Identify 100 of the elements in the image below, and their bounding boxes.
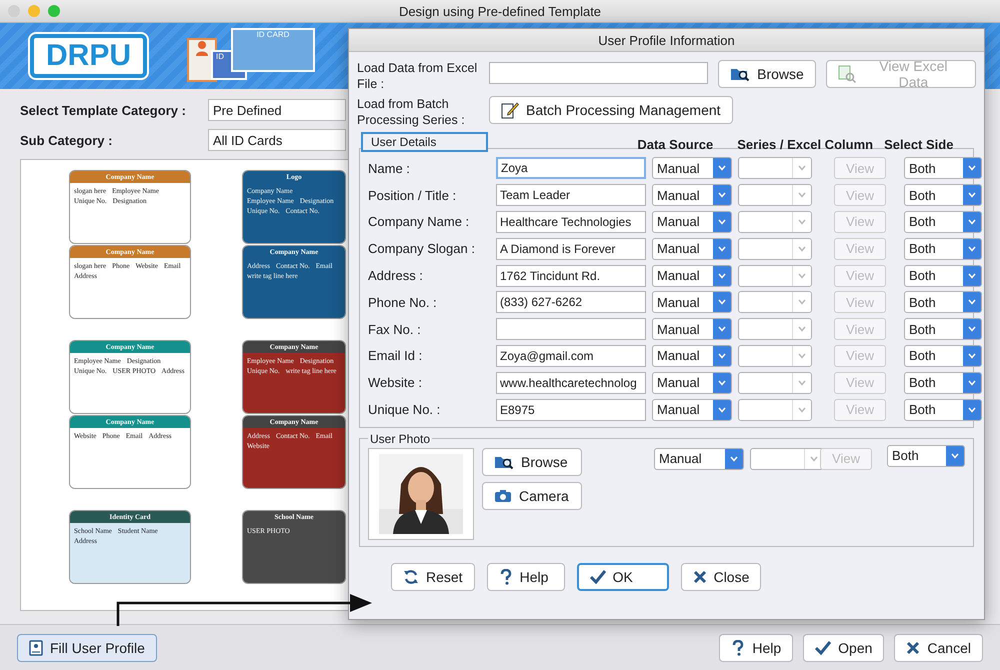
dropdown[interactable]: Manual [654, 448, 744, 470]
dropdown[interactable] [738, 210, 812, 233]
caret-icon [718, 272, 726, 279]
fill-user-profile-button[interactable]: Fill User Profile [17, 634, 157, 662]
camera-icon [494, 488, 512, 503]
dropdown[interactable]: Manual [652, 372, 732, 394]
dropdown[interactable] [750, 448, 824, 470]
batch-processing-button[interactable]: Batch Processing Management [489, 96, 733, 124]
help-button[interactable]: Help [719, 634, 794, 662]
group-title: User Details [361, 132, 488, 152]
close-button[interactable]: Close [680, 562, 762, 591]
text-field[interactable]: Zoya@gmail.com [496, 344, 646, 367]
dropdown[interactable] [738, 184, 812, 206]
dropdown[interactable]: Both [904, 264, 982, 287]
dropdown[interactable] [738, 238, 812, 260]
caret-icon [968, 218, 976, 225]
column-header: Select Side [884, 137, 954, 152]
zoom-icon[interactable] [48, 5, 60, 17]
dropdown[interactable] [738, 157, 812, 180]
field-label: Fax No. : [368, 322, 422, 337]
caret-icon [798, 352, 806, 359]
caret-icon [798, 218, 806, 225]
category-dropdown[interactable]: Pre Defined [208, 99, 346, 121]
dropdown[interactable]: Manual [652, 318, 732, 340]
dropdown[interactable]: Manual [652, 398, 732, 421]
dropdown[interactable]: Both [904, 372, 982, 394]
caret-icon [718, 218, 726, 225]
text-field[interactable]: 1762 Tincidunt Rd. [496, 264, 646, 287]
help-button[interactable]: Help [486, 562, 565, 591]
reset-button[interactable]: Reset [391, 562, 475, 591]
dropdown[interactable] [738, 398, 812, 421]
caret-icon [968, 352, 976, 359]
dropdown[interactable]: Both [904, 344, 982, 367]
dropdown[interactable] [738, 264, 812, 287]
close-icon [692, 570, 707, 584]
dropdown[interactable]: Both [887, 444, 965, 467]
close-icon [906, 640, 920, 654]
caret-icon [798, 380, 806, 386]
text-field[interactable]: Healthcare Technologies [496, 210, 646, 233]
dropdown[interactable]: Both [904, 398, 982, 421]
dropdown[interactable]: Manual [652, 238, 732, 260]
dropdown[interactable]: Manual [652, 344, 732, 367]
dropdown[interactable] [738, 372, 812, 394]
field-label: Sub Category : [20, 132, 114, 148]
subcategory-dropdown[interactable]: All ID Cards [208, 129, 346, 151]
caret-icon [968, 272, 976, 279]
text-field[interactable]: Zoya [496, 157, 646, 180]
dropdown[interactable]: Manual [652, 210, 732, 233]
dropdown[interactable]: Manual [652, 157, 732, 180]
dialog-title: User Profile Information [598, 32, 735, 48]
browse-button[interactable]: Browse [718, 60, 816, 88]
dropdown[interactable]: Both [904, 238, 982, 260]
field-label: Unique No. : [368, 402, 442, 418]
field-label: Position / Title : [368, 188, 458, 203]
open-button[interactable]: Open [803, 634, 884, 662]
document-pencil-icon [501, 101, 519, 119]
dropdown[interactable] [738, 291, 812, 314]
text-field[interactable]: E8975 [496, 398, 646, 421]
dropdown[interactable]: Manual [652, 291, 732, 314]
field-label: Name : [368, 160, 411, 176]
ok-button[interactable]: OK [576, 562, 669, 591]
field-label: Company Name : [368, 214, 470, 230]
dropdown[interactable] [738, 318, 812, 340]
window-title: Design using Pre-defined Template [398, 4, 602, 18]
field-label: Load Data from Excel File : [357, 60, 478, 92]
caret-icon [718, 165, 726, 172]
caret-icon [968, 380, 976, 386]
dropdown[interactable]: Both [904, 210, 982, 233]
caret-icon [798, 246, 806, 252]
caret-icon [968, 299, 976, 306]
caret-icon [968, 246, 976, 252]
dropdown[interactable]: Both [904, 318, 982, 340]
field-label: Phone No. : [368, 294, 438, 310]
caret-icon [798, 272, 806, 279]
caret-icon [968, 406, 976, 413]
dropdown[interactable]: Both [904, 184, 982, 206]
caret-icon [968, 326, 976, 332]
refresh-icon [403, 568, 419, 585]
dropdown[interactable]: Both [904, 157, 982, 180]
dropdown[interactable]: Manual [652, 264, 732, 287]
id-card-graphic: ID CARD [231, 28, 316, 72]
caret-icon [968, 165, 976, 172]
close-icon[interactable] [8, 5, 20, 17]
browse-button[interactable]: Browse [482, 448, 582, 476]
field-label: Email Id : [368, 348, 424, 364]
dropdown[interactable]: Manual [652, 184, 732, 206]
text-field[interactable]: A Diamond is Forever [496, 238, 646, 260]
minimize-icon[interactable] [28, 5, 40, 17]
text-field[interactable]: www.healthcaretechnolog [496, 372, 646, 394]
cancel-button[interactable]: Cancel [894, 634, 983, 662]
dropdown[interactable]: Both [904, 291, 982, 314]
camera-button[interactable]: Camera [482, 482, 582, 510]
logo: DRPU [30, 34, 148, 78]
folder-search-icon [730, 66, 750, 82]
text-field[interactable]: (833) 627-6262 [496, 291, 646, 314]
text-field[interactable] [496, 318, 646, 340]
dropdown[interactable] [738, 344, 812, 367]
excel-file-field[interactable] [489, 62, 708, 84]
caret-icon [798, 299, 806, 306]
text-field[interactable]: Team Leader [496, 184, 646, 206]
